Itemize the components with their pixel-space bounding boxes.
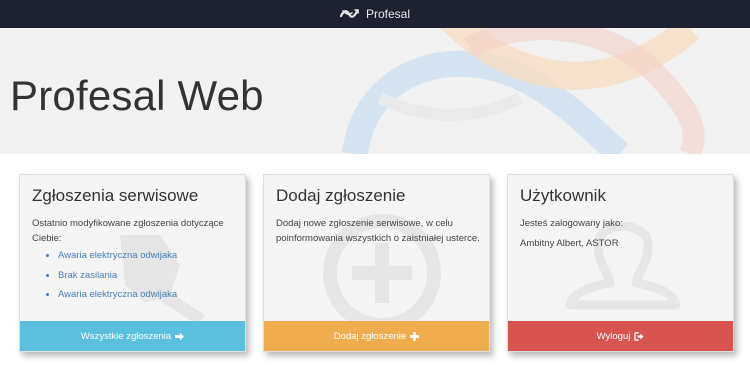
hero-banner: Profesal Web <box>0 28 750 154</box>
plus-icon <box>410 331 420 341</box>
add-ticket-panel: Dodaj zgłoszenie Dodaj nowe zgłoszenie s… <box>263 174 490 352</box>
user-panel: Użytkownik Jesteś zalogowany jako: Ambit… <box>507 174 734 352</box>
list-item: Awaria elektryczna odwijaka <box>58 246 177 266</box>
brand-name: Profesal <box>365 7 411 21</box>
list-item: Brak zasilania <box>58 266 177 286</box>
ticket-link[interactable]: Awaria elektryczna odwijaka <box>58 250 177 261</box>
add-ticket-panel-title: Dodaj zgłoszenie <box>276 186 406 205</box>
profesal-logo-icon <box>339 9 359 18</box>
sign-out-icon <box>634 331 644 341</box>
ticket-link[interactable]: Brak zasilania <box>58 270 117 281</box>
logged-user-name: Ambitny Albert, ASTOR <box>520 238 619 249</box>
all-tickets-button-label: Wszystkie zgłoszenia <box>80 330 172 342</box>
list-item: Awaria elektryczna odwijaka <box>58 285 177 305</box>
tickets-list: Awaria elektryczna odwijaka Brak zasilan… <box>46 246 177 305</box>
top-navbar: Profesal <box>0 0 750 28</box>
tickets-panel: Zgłoszenia serwisowe Ostatnio modyfikowa… <box>19 174 246 352</box>
add-ticket-button[interactable]: Dodaj zgłoszenie <box>264 321 489 351</box>
brand-link[interactable]: Profesal <box>339 7 411 21</box>
user-panel-description: Jesteś zalogowany jako: <box>520 218 623 229</box>
page-title: Profesal Web <box>10 72 264 119</box>
logout-button[interactable]: Wyloguj <box>508 321 733 351</box>
ticket-link[interactable]: Awaria elektryczna odwijaka <box>58 289 177 300</box>
add-ticket-button-label: Dodaj zgłoszenie <box>333 330 407 342</box>
arrow-right-icon <box>175 331 185 341</box>
user-panel-title: Użytkownik <box>520 186 606 205</box>
add-ticket-panel-description: Dodaj nowe zgłoszenie serwisowe, w celu … <box>276 218 480 244</box>
logout-button-label: Wyloguj <box>596 330 631 342</box>
tickets-panel-title: Zgłoszenia serwisowe <box>32 186 199 205</box>
all-tickets-button[interactable]: Wszystkie zgłoszenia <box>20 321 245 351</box>
tickets-panel-description: Ostatnio modyfikowane zgłoszenia dotyczą… <box>32 218 224 244</box>
